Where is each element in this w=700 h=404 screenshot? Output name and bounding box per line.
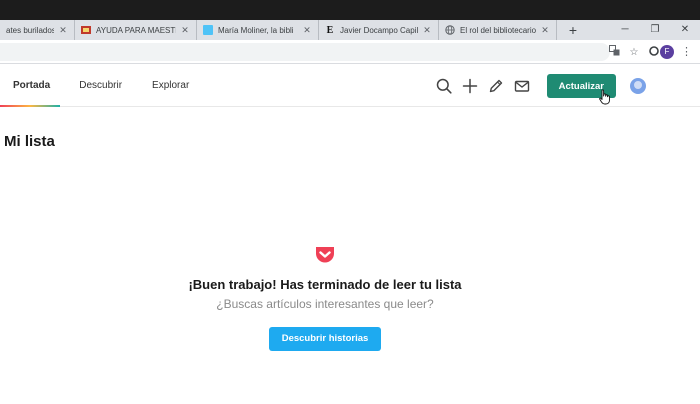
bookmark-star-icon[interactable]: ☆: [624, 47, 644, 58]
page-title: Mi lista: [4, 133, 55, 150]
edit-pencil-icon[interactable]: [483, 73, 509, 99]
tab-title: AYUDA PARA MAESTRO: [96, 25, 176, 35]
address-bar: ☆ F ⋮: [0, 40, 700, 64]
restore-icon[interactable]: ❐: [640, 20, 670, 40]
active-tab-indicator: [0, 105, 61, 107]
tab-close-icon[interactable]: ✕: [422, 25, 432, 36]
header-actions: Actualizar: [431, 65, 700, 107]
pocket-logo-icon: [314, 245, 336, 265]
app-header: Portada Descubrir Explorar Actualizar: [0, 65, 700, 107]
main-nav: Portada Descubrir Explorar: [0, 65, 189, 107]
browser-tab[interactable]: María Moliner, la bibli ✕: [197, 20, 319, 40]
browser-tab[interactable]: E Javier Docampo Capilla ✕: [319, 20, 439, 40]
globe-icon: [445, 25, 455, 35]
os-top-bar: [0, 0, 700, 20]
browser-menu-icon[interactable]: ⋮: [681, 40, 692, 64]
nav-item-explorar[interactable]: Explorar: [152, 65, 189, 107]
tab-title: Javier Docampo Capilla: [340, 25, 418, 35]
nav-label: Descubrir: [79, 80, 123, 91]
site-icon: [81, 25, 91, 35]
empty-state-subtitle: ¿Buscas artículos interesantes que leer?: [216, 297, 434, 311]
mail-icon[interactable]: [509, 73, 535, 99]
browser-tab[interactable]: ates burilados de ✕: [0, 20, 75, 40]
tab-title: El rol del bibliotecario e: [460, 25, 536, 35]
empty-state-title: ¡Buen trabajo! Has terminado de leer tu …: [188, 277, 462, 292]
discover-stories-button[interactable]: Descubrir historias: [268, 327, 382, 351]
browser-tab[interactable]: El rol del bibliotecario e ✕: [439, 20, 557, 40]
nav-label: Explorar: [152, 80, 190, 91]
page-icon: [203, 25, 213, 35]
user-avatar[interactable]: [630, 78, 646, 94]
nav-item-portada[interactable]: Portada: [0, 65, 61, 107]
nav-item-descubrir[interactable]: Descubrir: [79, 65, 122, 107]
minimize-icon[interactable]: ─: [610, 20, 640, 40]
browser-tab[interactable]: AYUDA PARA MAESTRO ✕: [75, 20, 197, 40]
omnibox[interactable]: [0, 43, 610, 61]
browser-tab-strip: ates burilados de ✕ AYUDA PARA MAESTRO ✕…: [0, 20, 700, 40]
nav-label: Portada: [13, 80, 51, 91]
window-controls: ─ ❐ ✕: [610, 20, 700, 40]
profile-avatar[interactable]: F: [660, 45, 674, 59]
e-icon: E: [326, 24, 334, 36]
tab-title: ates burilados de: [6, 25, 54, 35]
translate-icon[interactable]: [604, 45, 624, 59]
tab-close-icon[interactable]: ✕: [302, 25, 312, 36]
close-window-icon[interactable]: ✕: [670, 20, 700, 40]
search-icon[interactable]: [431, 73, 457, 99]
tab-close-icon[interactable]: ✕: [58, 25, 68, 36]
add-icon[interactable]: [457, 73, 483, 99]
empty-state: ¡Buen trabajo! Has terminado de leer tu …: [0, 245, 650, 351]
tab-close-icon[interactable]: ✕: [540, 25, 550, 36]
tab-close-icon[interactable]: ✕: [180, 25, 190, 36]
new-tab-button[interactable]: +: [563, 20, 583, 40]
tab-title: María Moliner, la bibli: [218, 25, 294, 35]
hand-cursor-icon: [599, 89, 611, 110]
